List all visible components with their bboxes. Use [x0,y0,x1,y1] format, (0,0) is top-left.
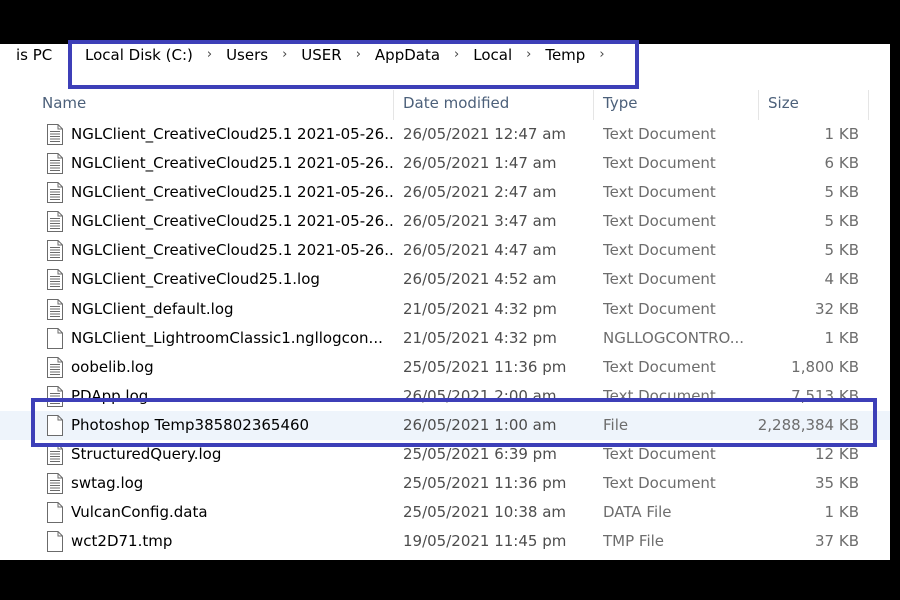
file-date-modified: 26/05/2021 2:47 am [403,183,557,202]
file-size: 35 KB [815,474,859,493]
file-row[interactable]: oobelib.log 25/05/2021 11:36 pm Text Docum… [0,353,890,382]
file-size: 5 KB [824,212,859,231]
file-name: swtag.log [71,474,144,493]
file-type: Text Document [603,212,716,231]
file-name: NGLClient_CreativeCloud25.1 2021-05-26..… [71,125,393,143]
column-header-name[interactable]: Name [42,90,86,120]
address-prefix[interactable]: is PC [16,44,52,66]
file-name: NGLClient_CreativeCloud25.1 2021-05-26..… [71,212,393,231]
file-name: oobelib.log [71,357,154,376]
file-size: 1 KB [824,328,859,347]
file-size: 32 KB [815,299,859,318]
file-size: 4 KB [824,270,859,289]
text-document-icon [46,211,64,233]
file-date-modified: 26/05/2021 3:47 am [403,212,557,231]
file-date-modified: 26/05/2021 1:47 am [403,154,557,173]
column-header-type[interactable]: Type [603,90,637,120]
text-document-icon [46,153,64,175]
file-type: DATA File [603,503,672,522]
column-divider[interactable] [868,90,869,120]
file-date-modified: 26/05/2021 4:47 am [403,241,557,260]
file-date-modified: 25/05/2021 10:38 am [403,503,567,522]
file-explorer-window: is PC Local Disk (C:) › Users › USER › AppData… [0,44,890,560]
text-document-icon [46,124,64,145]
file-type: Text Document [603,154,716,173]
file-row[interactable]: NGLClient_CreativeCloud25.1 2021-05-26..… [0,207,890,236]
text-document-icon [46,298,64,320]
file-type: Text Document [603,125,716,143]
text-document-icon [46,269,64,291]
text-document-icon [46,444,64,466]
file-type: NGLLOGCONTRO... [603,328,745,347]
file-name: VulcanConfig.data [71,503,208,522]
column-divider[interactable] [758,90,759,120]
file-type: Text Document [603,474,716,493]
file-size: 5 KB [824,241,859,260]
file-row[interactable]: swtag.log 25/05/2021 11:36 pm Text Documen… [0,469,890,498]
column-header: Name Date modified Type Size [0,90,890,120]
file-date-modified: 25/05/2021 11:36 pm [403,474,567,493]
file-name: NGLClient_CreativeCloud25.1 2021-05-26..… [71,154,393,173]
column-header-date[interactable]: Date modified [403,90,509,120]
file-row[interactable]: NGLClient_CreativeCloud25.1 2021-05-26..… [0,149,890,178]
file-date-modified: 21/05/2021 4:32 pm [403,299,557,318]
text-document-icon [46,240,64,262]
file-size: 1 KB [824,503,859,522]
column-divider[interactable] [593,90,594,120]
file-name: wct2D71.tmp [71,532,173,551]
blank-file-icon [46,502,64,524]
file-row[interactable]: NGLClient_LightroomClassic1.ngllogcon...… [0,324,890,353]
file-type: TMP File [603,532,665,551]
file-type: Text Document [603,299,716,318]
file-name: NGLClient_CreativeCloud25.1 2021-05-26..… [71,183,393,202]
text-document-icon [46,473,64,495]
file-date-modified: 19/05/2021 11:45 pm [403,532,567,551]
file-type: Text Document [603,183,716,202]
file-row[interactable]: NGLClient_CreativeCloud25.1 2021-05-26..… [0,120,890,149]
file-list: NGLClient_CreativeCloud25.1 2021-05-26..… [0,120,890,556]
blank-file-icon [46,531,64,553]
file-date-modified: 26/05/2021 12:47 am [403,125,567,143]
file-row[interactable]: NGLClient_CreativeCloud25.1.log 26/05/202… [0,265,890,294]
file-row[interactable]: VulcanConfig.data 25/05/2021 10:38 am DATA… [0,498,890,527]
file-size: 6 KB [824,154,859,173]
file-type: Text Document [603,357,716,376]
file-date-modified: 26/05/2021 4:52 am [403,270,557,289]
text-document-icon [46,182,64,204]
text-document-icon [46,356,64,378]
file-row[interactable]: NGLClient_CreativeCloud25.1 2021-05-26..… [0,236,890,265]
file-row[interactable]: wct2D71.tmp 19/05/2021 11:45 pm TMP File 37… [0,527,890,556]
selected-file-highlight-box [31,398,877,447]
file-name: NGLClient_CreativeCloud25.1 2021-05-26..… [71,241,393,260]
file-size: 1 KB [824,125,859,143]
file-type: Text Document [603,270,716,289]
address-bar-highlight-box [68,40,639,89]
file-row[interactable]: NGLClient_CreativeCloud25.1 2021-05-26..… [0,178,890,207]
file-type: Text Document [603,241,716,260]
column-divider[interactable] [393,90,394,120]
blank-file-icon [46,327,64,349]
file-date-modified: 21/05/2021 4:32 pm [403,328,557,347]
file-size: 5 KB [824,183,859,202]
column-header-size[interactable]: Size [768,90,799,120]
file-name: NGLClient_LightroomClassic1.ngllogcon... [71,328,383,347]
file-size: 1,800 KB [791,357,859,376]
file-name: NGLClient_default.log [71,299,234,318]
file-row[interactable]: NGLClient_default.log 21/05/2021 4:32 pm T… [0,295,890,324]
file-size: 37 KB [815,532,859,551]
file-name: NGLClient_CreativeCloud25.1.log [71,270,320,289]
file-date-modified: 25/05/2021 11:36 pm [403,357,567,376]
